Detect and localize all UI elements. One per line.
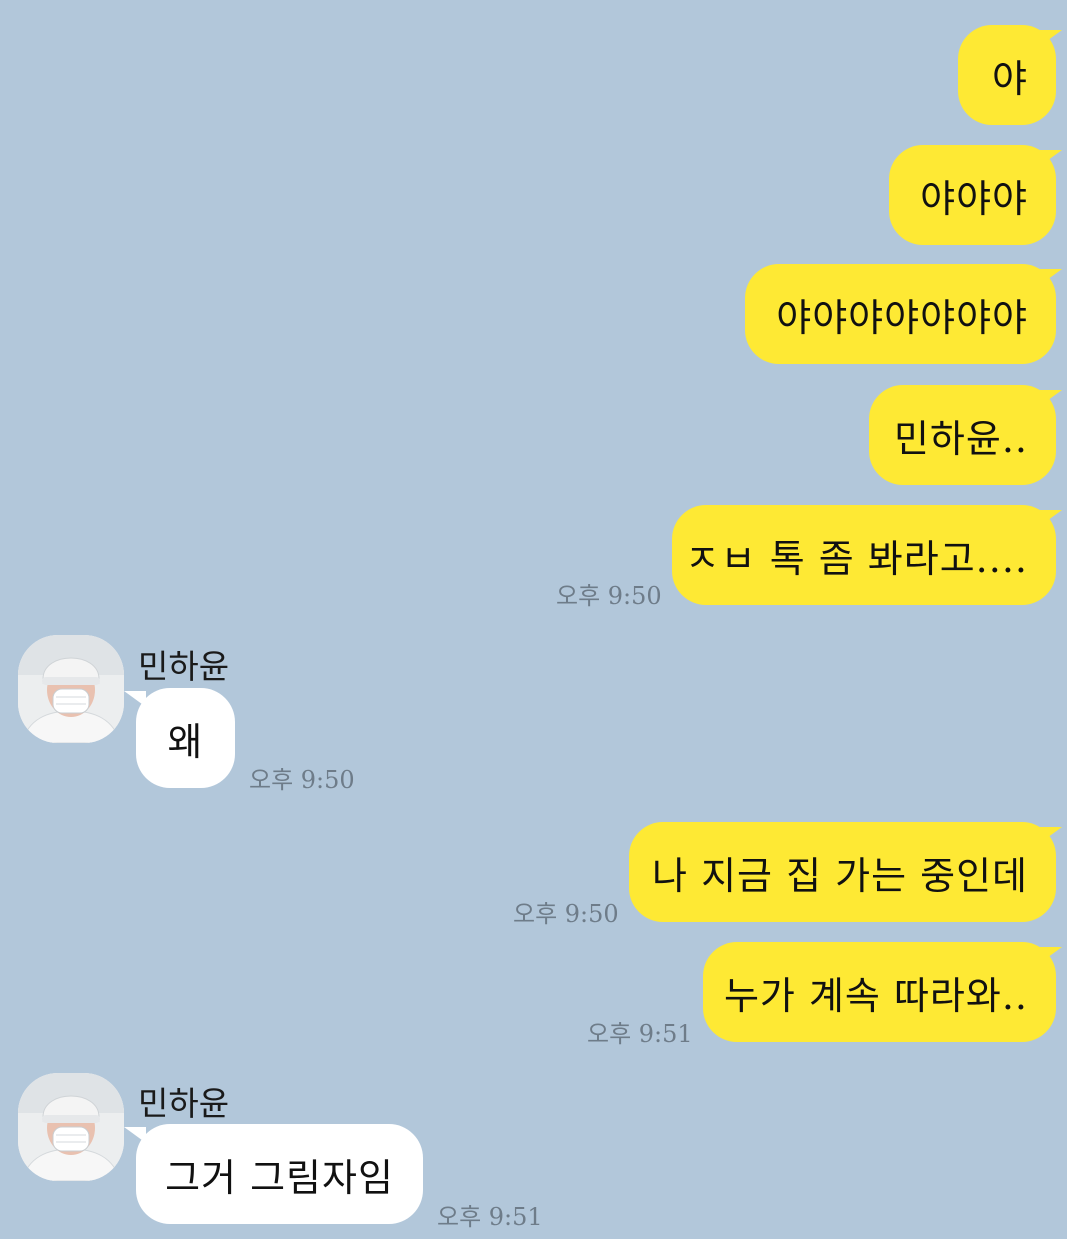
message-text: 야 xyxy=(992,56,1028,101)
sender-name: 민하윤 xyxy=(138,647,230,686)
profile-photo-icon xyxy=(18,635,124,743)
bubble-tail xyxy=(1040,269,1062,285)
message-text: 나 지금 집 가는 중인데 xyxy=(652,853,1028,898)
bubble-tail xyxy=(124,691,146,707)
message-timestamp: 오후 9:51 xyxy=(587,1020,693,1048)
message-text: 야야야 xyxy=(920,176,1028,221)
message-text: 민하윤.. xyxy=(893,416,1028,461)
my-message-bubble[interactable]: ㅈㅂ 톡 좀 봐라고.... xyxy=(672,505,1056,605)
bubble-tail xyxy=(1040,510,1062,526)
sender-name: 민하윤 xyxy=(138,1084,230,1123)
my-message-bubble[interactable]: 야야야 xyxy=(889,145,1056,245)
bubble-tail xyxy=(124,1127,146,1143)
contact-avatar[interactable] xyxy=(18,1073,124,1181)
bubble-tail xyxy=(1040,390,1062,406)
bubble-tail xyxy=(1040,827,1062,843)
my-message-bubble[interactable]: 누가 계속 따라와.. xyxy=(703,942,1056,1042)
their-message-bubble[interactable]: 왜 xyxy=(136,688,235,788)
my-message-bubble[interactable]: 나 지금 집 가는 중인데 xyxy=(629,822,1056,922)
bubble-tail xyxy=(1040,150,1062,166)
message-timestamp: 오후 9:50 xyxy=(513,900,619,928)
message-text: 야야야야야야야 xyxy=(776,295,1028,340)
message-text: 그거 그림자임 xyxy=(165,1155,394,1200)
their-message-bubble[interactable]: 그거 그림자임 xyxy=(136,1124,423,1224)
profile-photo-icon xyxy=(18,1073,124,1181)
my-message-bubble[interactable]: 야야야야야야야 xyxy=(745,264,1056,364)
contact-avatar[interactable] xyxy=(18,635,124,743)
bubble-tail xyxy=(1040,947,1062,963)
message-text: 누가 계속 따라와.. xyxy=(723,973,1028,1018)
message-timestamp: 오후 9:51 xyxy=(437,1203,543,1231)
my-message-bubble[interactable]: 민하윤.. xyxy=(869,385,1056,485)
message-text: ㅈㅂ 톡 좀 봐라고.... xyxy=(684,536,1028,581)
bubble-tail xyxy=(1040,30,1062,46)
message-text: 왜 xyxy=(167,719,204,764)
message-timestamp: 오후 9:50 xyxy=(249,766,355,794)
message-timestamp: 오후 9:50 xyxy=(556,582,662,610)
